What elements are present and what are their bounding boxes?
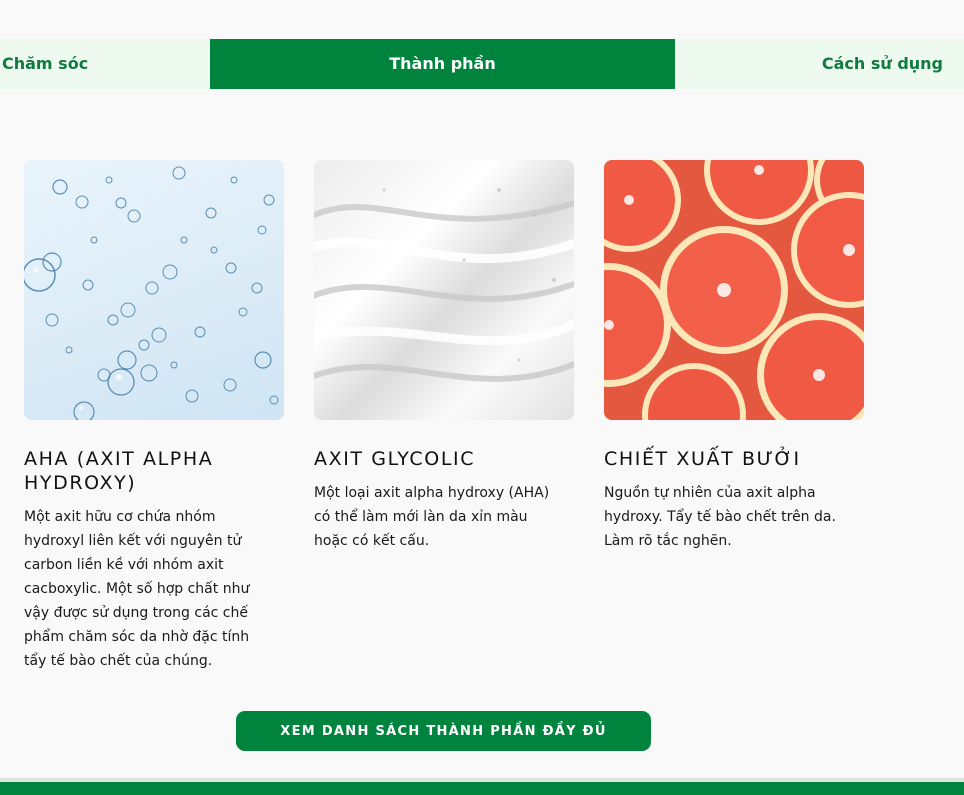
grapefruit-slices-image [604, 160, 864, 420]
white-cream-texture-image [314, 160, 574, 420]
tab-how-to-use[interactable]: Cách sử dụng [675, 39, 964, 89]
ingredient-title: AHA (AXIT ALPHA HYDROXY) [24, 448, 214, 494]
water-bubbles-image [24, 160, 284, 420]
view-full-ingredients-button[interactable]: XEM DANH SÁCH THÀNH PHẦN ĐẦY ĐỦ [236, 711, 651, 751]
ingredient-description: Nguồn tự nhiên của axit alpha hydroxy. T… [604, 485, 836, 549]
ingredient-description: Một loại axit alpha hydroxy (AHA) có thể… [314, 485, 550, 549]
ingredient-title: CHIẾT XUẤT BƯỞI [604, 448, 801, 470]
ingredient-card-glycolic: AXIT GLYCOLIC Một loại axit alpha hydrox… [314, 160, 576, 553]
tab-care[interactable]: Chăm sóc [0, 39, 210, 89]
ingredient-card-grapefruit: CHIẾT XUẤT BƯỞI Nguồn tự nhiên của axit … [604, 160, 866, 553]
ingredient-description: Một axit hữu cơ chứa nhóm hydroxyl liên … [24, 509, 250, 669]
ingredient-card-aha: AHA (AXIT ALPHA HYDROXY) Một axit hữu cơ… [24, 160, 286, 673]
ingredient-title: AXIT GLYCOLIC [314, 448, 476, 470]
footer-bar [0, 782, 964, 795]
tab-ingredients[interactable]: Thành phần [210, 39, 675, 89]
tab-bar: Chăm sóc Thành phần Cách sử dụng [0, 39, 964, 89]
